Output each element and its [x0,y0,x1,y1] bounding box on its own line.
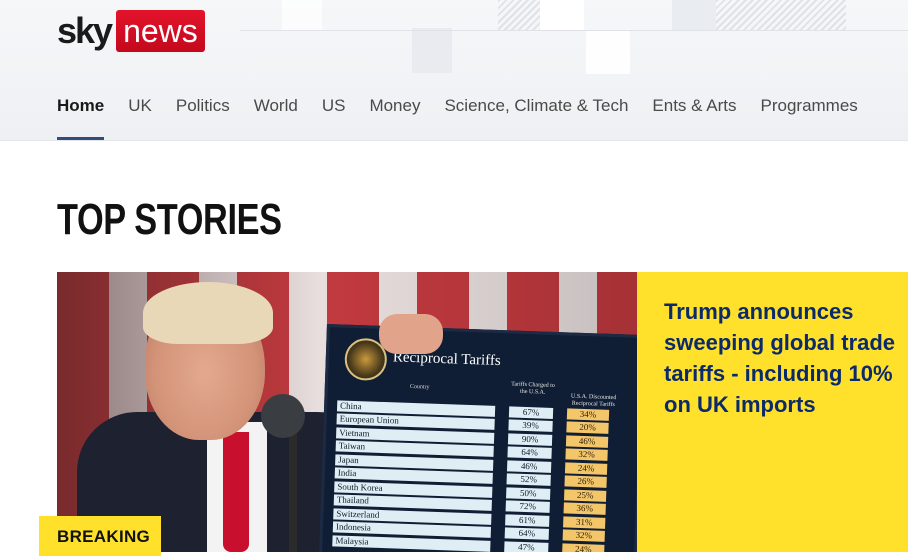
person-hair [143,282,273,344]
board-charged: 61% [505,514,550,527]
lead-story-image[interactable]: Reciprocal Tariffs Country Tariffs Charg… [57,272,637,552]
header-decoration [282,0,322,30]
board-discounted: 31% [563,516,606,529]
logo-sky-wordmark: sky [57,10,113,51]
board-charged: 52% [506,473,551,487]
board-col-charged: Tariffs Charged to the U.S.A. [511,381,555,396]
board-discounted: 46% [565,435,609,448]
board-charged: 46% [506,460,552,473]
board-charged: 64% [507,446,552,460]
lead-story-headline[interactable]: Trump announces sweeping global trade ta… [664,296,908,420]
nav-item-uk[interactable]: UK [128,92,152,140]
board-discounted: 25% [563,489,607,502]
header-decoration [672,0,716,30]
logo-news-wordmark: news [116,10,205,52]
board-discounted: 26% [564,475,607,489]
board-charged: 39% [508,419,553,433]
nav-item-science-climate-tech[interactable]: Science, Climate & Tech [444,92,628,140]
lead-story-headline-panel[interactable]: Trump announces sweeping global trade ta… [637,272,908,552]
main-nav: Home UK Politics World US Money Science,… [57,92,882,140]
board-rows: China 67% 34% European Union 39% 20% Vietnam… [332,399,629,552]
breaking-badge: BREAKING [39,516,161,556]
nav-item-politics[interactable]: Politics [176,92,230,140]
person-hand [379,314,443,354]
header-decoration [412,28,452,73]
person-tie [223,432,249,552]
board-charged: 50% [506,487,551,500]
header-decoration [716,0,846,30]
board-charged: 47% [504,541,549,552]
board-discounted: 32% [565,448,608,462]
board-discounted: 20% [566,421,609,435]
board-charged: 90% [507,433,553,446]
board-charged: 72% [505,500,550,514]
board-discounted: 34% [566,408,610,421]
masthead: sky news Home UK Politics World US Money… [0,0,908,141]
board-discounted: 24% [562,543,605,552]
sky-news-logo[interactable]: sky news [57,10,205,52]
board-discounted: 24% [564,462,608,475]
nav-item-home[interactable]: Home [57,92,105,140]
header-decoration [586,30,630,74]
nav-item-programmes[interactable]: Programmes [761,92,858,140]
nav-item-ents-arts[interactable]: Ents & Arts [652,92,736,140]
nav-item-world[interactable]: World [254,92,298,140]
header-divider [240,30,908,31]
microphone-icon [261,394,305,438]
nav-item-us[interactable]: US [322,92,346,140]
board-discounted: 36% [563,502,606,516]
section-title: TOP STORIES [57,195,282,244]
header-decoration [498,0,540,30]
board-col-country: Country [409,383,430,391]
board-discounted: 32% [562,529,605,543]
tariff-board: Reciprocal Tariffs Country Tariffs Charg… [318,324,637,552]
header-decoration [540,0,584,30]
microphone-stand [289,422,297,552]
nav-item-money[interactable]: Money [369,92,420,140]
board-charged: 64% [504,527,549,541]
board-charged: 67% [508,406,554,419]
